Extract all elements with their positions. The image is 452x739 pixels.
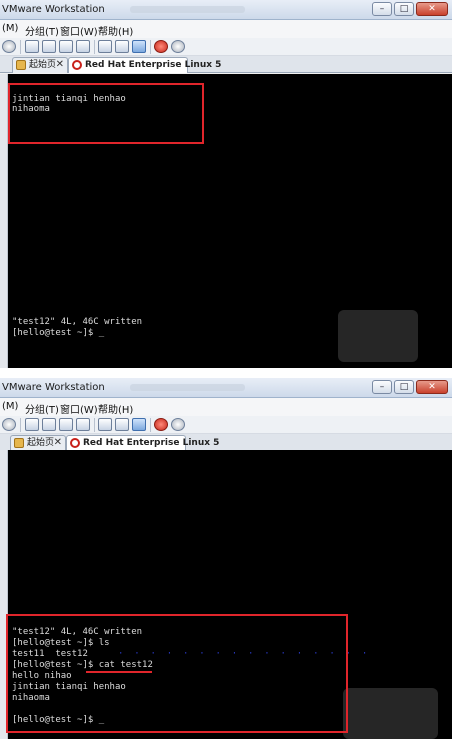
sidebar-edge [0, 74, 8, 368]
minimize-button[interactable]: – [372, 2, 392, 16]
toolbar [0, 38, 452, 56]
thumbnail-view-icon[interactable] [115, 40, 129, 53]
close-icon[interactable]: ✕ [54, 436, 62, 450]
annotation-box [8, 83, 204, 144]
tab-strip: 起始页 ✕ Red Hat Enterprise Linux 5 [0, 434, 452, 451]
menu-item-help[interactable]: 帮助(H) [98, 23, 133, 38]
redacted-area [338, 310, 418, 362]
console-view-icon[interactable] [98, 40, 112, 53]
maximize-button[interactable]: □ [394, 380, 414, 394]
home-icon [14, 438, 24, 448]
window-title: VMware Workstation [2, 4, 105, 15]
window-title: VMware Workstation [2, 382, 105, 393]
tab-home-label: 起始页 [29, 60, 57, 70]
tab-strip: 起始页 ✕ Red Hat Enterprise Linux 5 [0, 56, 452, 73]
toolbar [0, 416, 452, 434]
redhat-icon [72, 60, 82, 70]
tab-vm-label: Red Hat Enterprise Linux 5 [85, 60, 222, 70]
minimize-button[interactable]: – [372, 380, 392, 394]
view-fullscreen-icon[interactable] [59, 40, 73, 53]
menu-bar: (M) 分组(T) 窗口(W) 帮助(H) [0, 398, 452, 416]
power-icon[interactable] [2, 40, 16, 53]
thumbnail-view-icon[interactable] [115, 418, 129, 431]
close-button[interactable]: ✕ [416, 2, 448, 16]
window-controls: – □ ✕ [372, 380, 448, 396]
title-bar: VMware Workstation – □ ✕ [0, 0, 452, 20]
view-quick-switch-icon[interactable] [42, 418, 56, 431]
revert-snapshot-icon[interactable] [171, 418, 185, 431]
menu-item-group[interactable]: 分组(T) [25, 23, 59, 38]
menu-item-group[interactable]: 分组(T) [25, 401, 59, 416]
view-normal-icon[interactable] [25, 40, 39, 53]
tab-home[interactable]: 起始页 ✕ [10, 435, 66, 451]
title-bar: VMware Workstation – □ ✕ [0, 378, 452, 398]
blurred-url [130, 384, 245, 391]
vmware-window-bottom: VMware Workstation – □ ✕ (M) 分组(T) 窗口(W)… [0, 378, 452, 739]
redhat-icon [70, 438, 80, 448]
blurred-url [130, 6, 245, 13]
tab-home[interactable]: 起始页 ✕ [12, 57, 68, 73]
window-controls: – □ ✕ [372, 2, 448, 18]
view-unity-icon[interactable] [76, 40, 90, 53]
terminal-prompt: [hello@test ~]$ _ [12, 328, 105, 338]
menu-item-help[interactable]: 帮助(H) [98, 401, 133, 416]
menu-item-window[interactable]: 窗口(W) [60, 23, 98, 38]
menu-item-window[interactable]: 窗口(W) [60, 401, 98, 416]
power-icon[interactable] [2, 418, 16, 431]
view-unity-icon[interactable] [76, 418, 90, 431]
tab-vm[interactable]: Red Hat Enterprise Linux 5 [66, 435, 219, 451]
close-icon[interactable]: ✕ [56, 58, 64, 72]
home-icon [16, 60, 26, 70]
view-fullscreen-icon[interactable] [59, 418, 73, 431]
summary-view-icon[interactable] [132, 418, 146, 431]
menu-item-m[interactable]: (M) [2, 401, 18, 412]
tab-vm[interactable]: Red Hat Enterprise Linux 5 [68, 57, 221, 73]
snapshot-icon[interactable] [154, 40, 168, 53]
snapshot-icon[interactable] [154, 418, 168, 431]
vmware-window-top: VMware Workstation – □ ✕ (M) 分组(T) 窗口(W)… [0, 0, 452, 368]
redacted-area [343, 688, 438, 739]
menu-bar: (M) 分组(T) 窗口(W) 帮助(H) [0, 20, 452, 38]
annotation-box [6, 614, 348, 733]
close-button[interactable]: ✕ [416, 380, 448, 394]
summary-view-icon[interactable] [132, 40, 146, 53]
maximize-button[interactable]: □ [394, 2, 414, 16]
menu-item-m[interactable]: (M) [2, 23, 18, 34]
tab-home-label: 起始页 [27, 438, 55, 448]
tab-vm-label: Red Hat Enterprise Linux 5 [83, 438, 220, 448]
view-quick-switch-icon[interactable] [42, 40, 56, 53]
terminal-line: "test12" 4L, 46C written [12, 317, 143, 327]
revert-snapshot-icon[interactable] [171, 40, 185, 53]
view-normal-icon[interactable] [25, 418, 39, 431]
console-view-icon[interactable] [98, 418, 112, 431]
separator [0, 368, 452, 378]
